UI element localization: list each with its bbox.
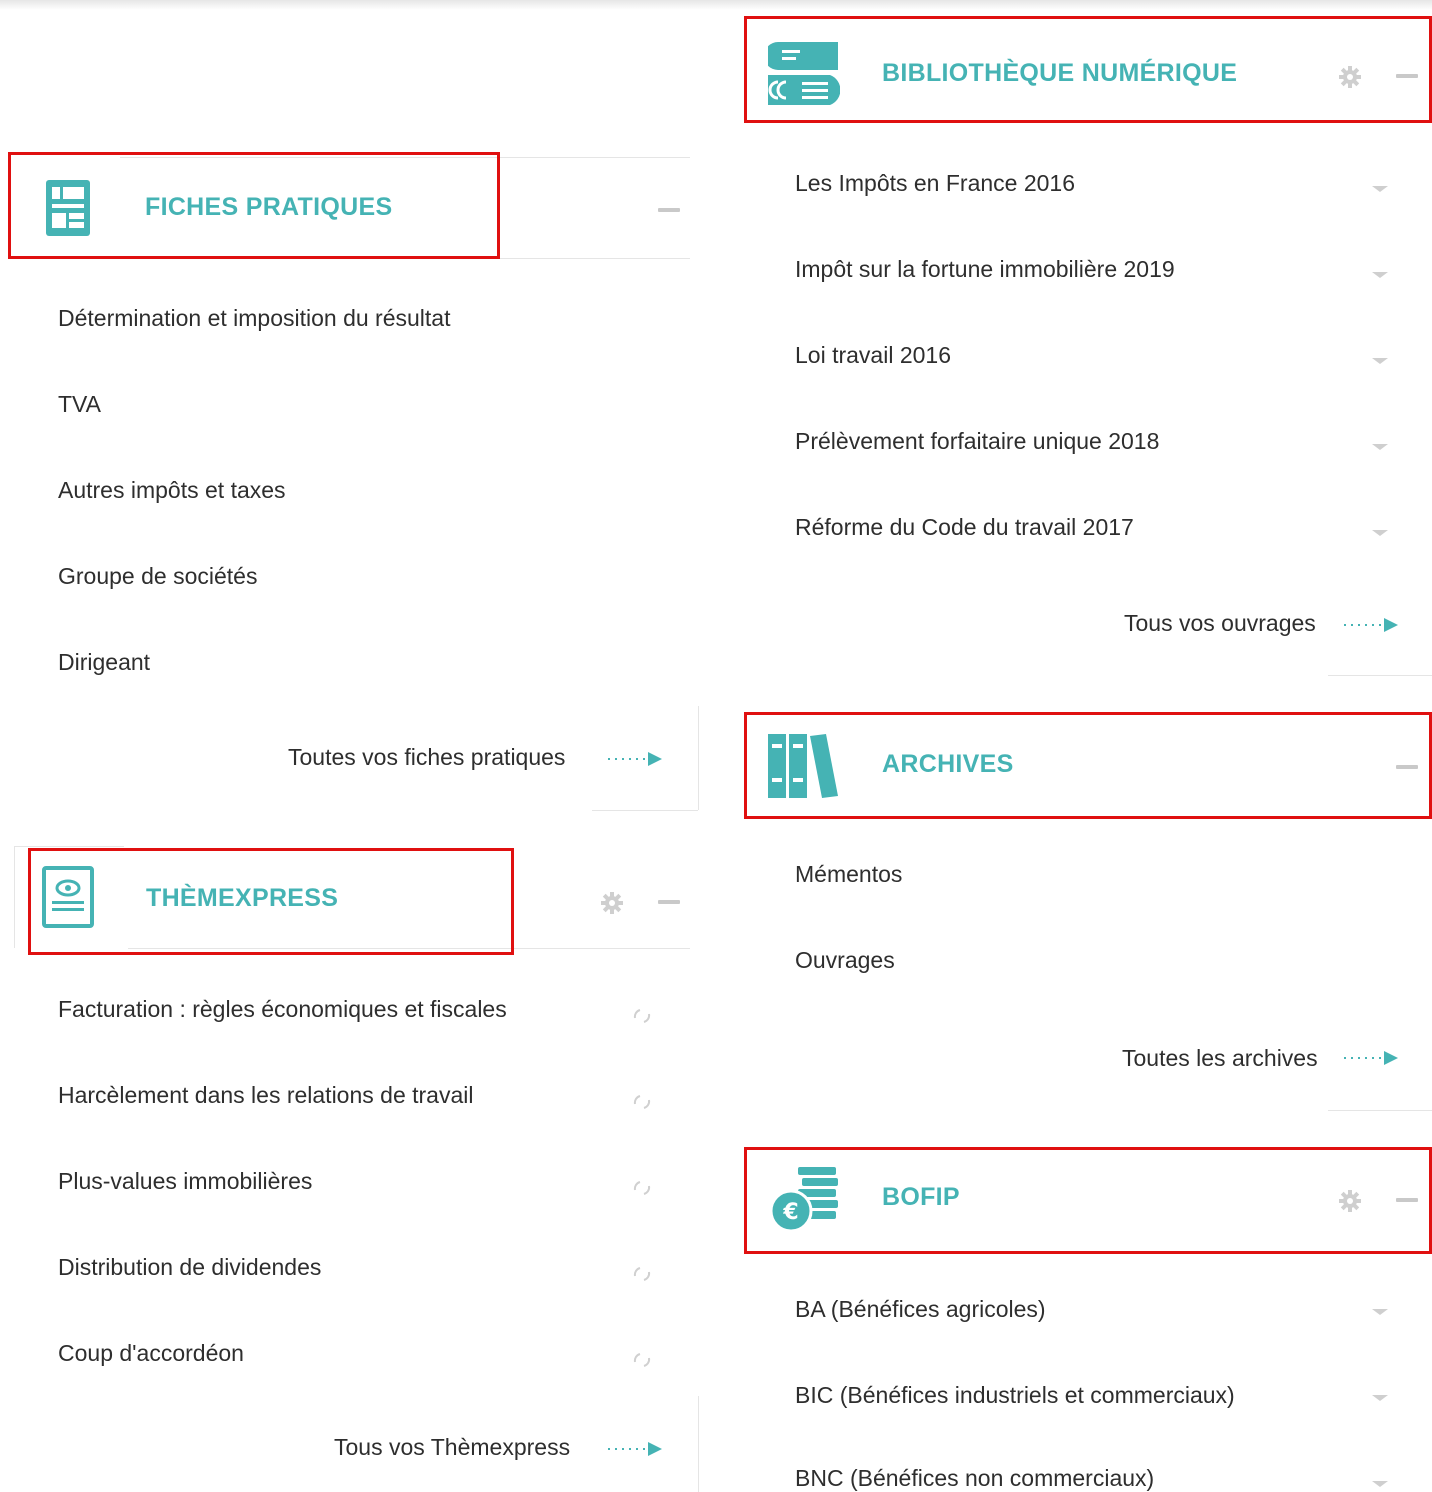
themexpress-settings-gear-icon[interactable] [600,891,624,915]
themexpress-item[interactable]: Coup d'accordéon [58,1340,244,1367]
fiches-footer-line [592,810,698,811]
archives-more-link[interactable]: Toutes les archives [1122,1045,1318,1072]
archives-more-dotted-arrow-icon[interactable] [1344,1051,1400,1065]
fiches-item[interactable]: Détermination et imposition du résultat [58,305,450,332]
bibliotheque-item[interactable]: Prélèvement forfaitaire unique 2018 [795,428,1159,455]
themexpress-footer-divider [698,1396,699,1492]
spinner-icon [633,1181,651,1195]
fiches-more-dotted-arrow-icon[interactable] [608,752,664,766]
spinner-icon [633,1095,651,1109]
caret-down-icon[interactable] [1372,1481,1388,1487]
bibliotheque-footer-line [1328,675,1432,676]
caret-down-icon[interactable] [1372,186,1388,192]
caret-down-icon[interactable] [1372,1309,1388,1315]
archives-footer-line [1328,1110,1432,1111]
bofip-widget: € BOFIP BA (Bénéfices agricoles) BIC (Bé… [740,1135,1432,1492]
bibliotheque-widget: BIBLIOTHÈQUE NUMÉRIQUE Les Impôts en Fra… [740,0,1432,690]
themexpress-item[interactable]: Harcèlement dans les relations de travai… [58,1082,473,1109]
bofip-item[interactable]: BIC (Bénéfices industriels et commerciau… [795,1382,1235,1409]
bofip-header-highlight [744,1147,1432,1254]
bibliotheque-more-link[interactable]: Tous vos ouvrages [1124,610,1316,637]
bibliotheque-item[interactable]: Impôt sur la fortune immobilière 2019 [795,256,1175,283]
caret-down-icon[interactable] [1372,530,1388,536]
archives-item[interactable]: Mémentos [795,861,902,888]
themexpress-collapse-minus-icon[interactable] [658,900,680,904]
fiches-collapse-minus-icon[interactable] [658,208,680,212]
themexpress-header-highlight [28,848,514,955]
themexpress-item[interactable]: Facturation : règles économiques et fisc… [58,996,507,1023]
fiches-item[interactable]: Dirigeant [58,649,150,676]
themexpress-more-link[interactable]: Tous vos Thèmexpress [334,1434,570,1461]
caret-down-icon[interactable] [1372,1395,1388,1401]
themexpress-widget: THÈMEXPRESS Facturation : règles économi… [0,830,700,1492]
themexpress-header-divider [14,846,124,847]
bibliotheque-item[interactable]: Réforme du Code du travail 2017 [795,514,1134,541]
fiches-pratiques-widget: FICHES PRATIQUES Détermination et imposi… [0,0,700,820]
bofip-item[interactable]: BA (Bénéfices agricoles) [795,1296,1046,1323]
spinner-icon [633,1009,651,1023]
caret-down-icon[interactable] [1372,444,1388,450]
fiches-item[interactable]: TVA [58,391,101,418]
bofip-item[interactable]: BNC (Bénéfices non commerciaux) [795,1465,1154,1492]
fiches-more-link[interactable]: Toutes vos fiches pratiques [288,744,565,771]
bibliotheque-item[interactable]: Loi travail 2016 [795,342,951,369]
bibliotheque-item[interactable]: Les Impôts en France 2016 [795,170,1075,197]
fiches-item[interactable]: Autres impôts et taxes [58,477,286,504]
caret-down-icon[interactable] [1372,272,1388,278]
bibliotheque-more-dotted-arrow-icon[interactable] [1344,618,1400,632]
themexpress-more-dotted-arrow-icon[interactable] [608,1442,664,1456]
themexpress-item[interactable]: Distribution de dividendes [58,1254,321,1281]
caret-down-icon[interactable] [1372,358,1388,364]
archives-widget: ARCHIVES Mémentos Ouvrages Toutes les ar… [740,700,1432,1120]
fiches-header-highlight [8,152,500,259]
spinner-icon [633,1267,651,1281]
bibliotheque-header-highlight [744,16,1432,123]
archives-header-highlight [744,712,1432,819]
archives-item[interactable]: Ouvrages [795,947,895,974]
themexpress-left-border [14,846,15,948]
themexpress-item[interactable]: Plus-values immobilières [58,1168,312,1195]
fiches-footer-divider [698,706,699,810]
spinner-icon [633,1353,651,1367]
fiches-item[interactable]: Groupe de sociétés [58,563,257,590]
